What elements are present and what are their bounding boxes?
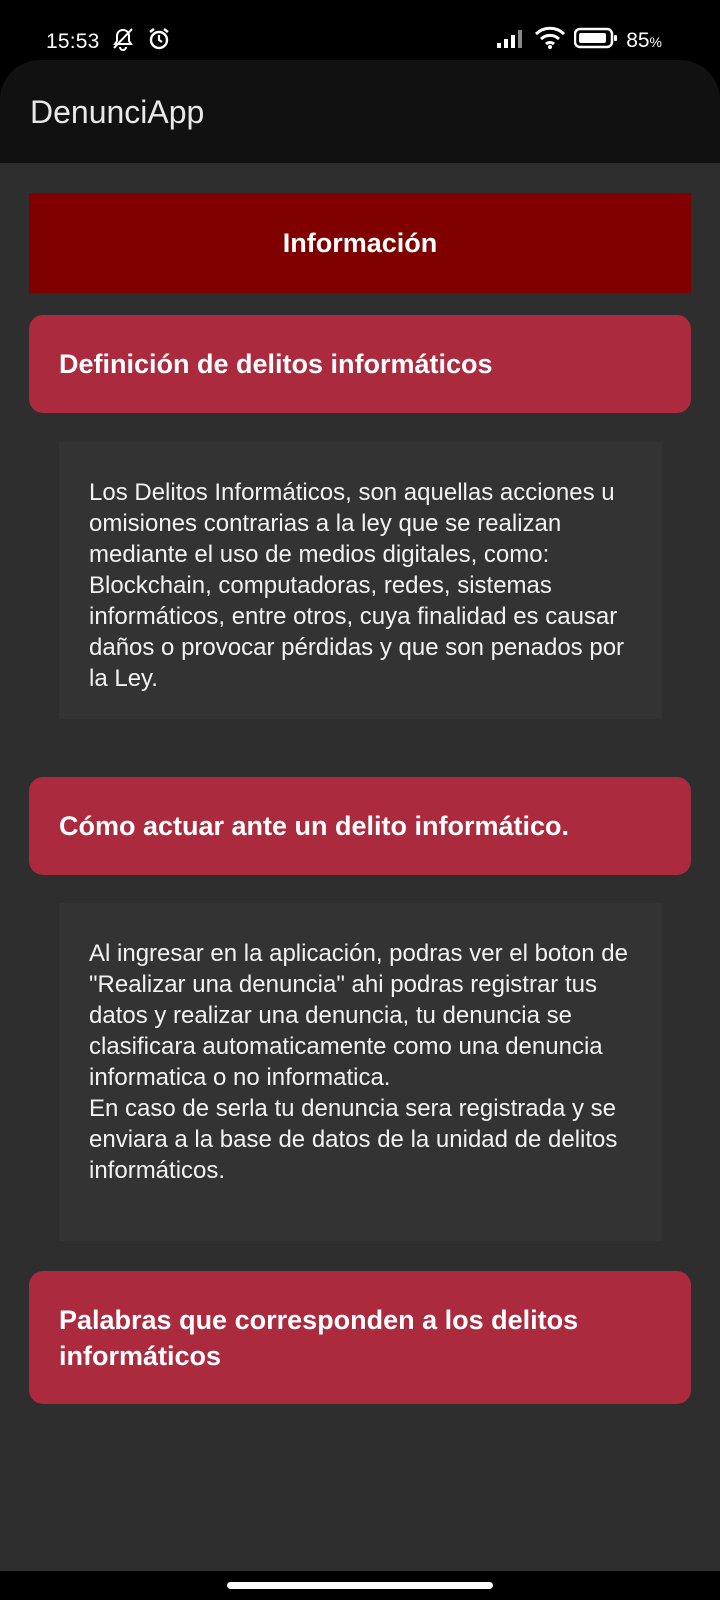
app-bar: DenunciApp bbox=[0, 60, 720, 163]
wifi-icon bbox=[534, 26, 566, 56]
section-header-definicion[interactable]: Definición de delitos informáticos bbox=[29, 315, 691, 413]
navigation-bar bbox=[0, 1571, 720, 1600]
battery-icon bbox=[573, 27, 618, 55]
section-body-como-actuar: Al ingresar en la aplicación, podras ver… bbox=[59, 903, 662, 1241]
section-header-palabras[interactable]: Palabras que corresponden a los delitos … bbox=[29, 1271, 691, 1404]
clock: 15:53 bbox=[46, 30, 100, 53]
battery-level: 85% bbox=[626, 29, 662, 52]
section-body-definicion: Los Delitos Informáticos, son aquellas a… bbox=[59, 442, 662, 719]
main-content[interactable]: Información Definición de delitos inform… bbox=[0, 163, 720, 1571]
signal-icon bbox=[496, 27, 526, 55]
alarm-icon bbox=[146, 26, 172, 58]
app-title: DenunciApp bbox=[30, 94, 205, 130]
status-right: 85% bbox=[496, 26, 662, 56]
status-left: 15:53 bbox=[46, 26, 172, 58]
info-header: Información bbox=[29, 193, 691, 293]
muted-notification-icon bbox=[110, 26, 136, 58]
home-gesture-handle[interactable] bbox=[227, 1582, 493, 1589]
section-header-como-actuar[interactable]: Cómo actuar ante un delito informático. bbox=[29, 777, 691, 875]
